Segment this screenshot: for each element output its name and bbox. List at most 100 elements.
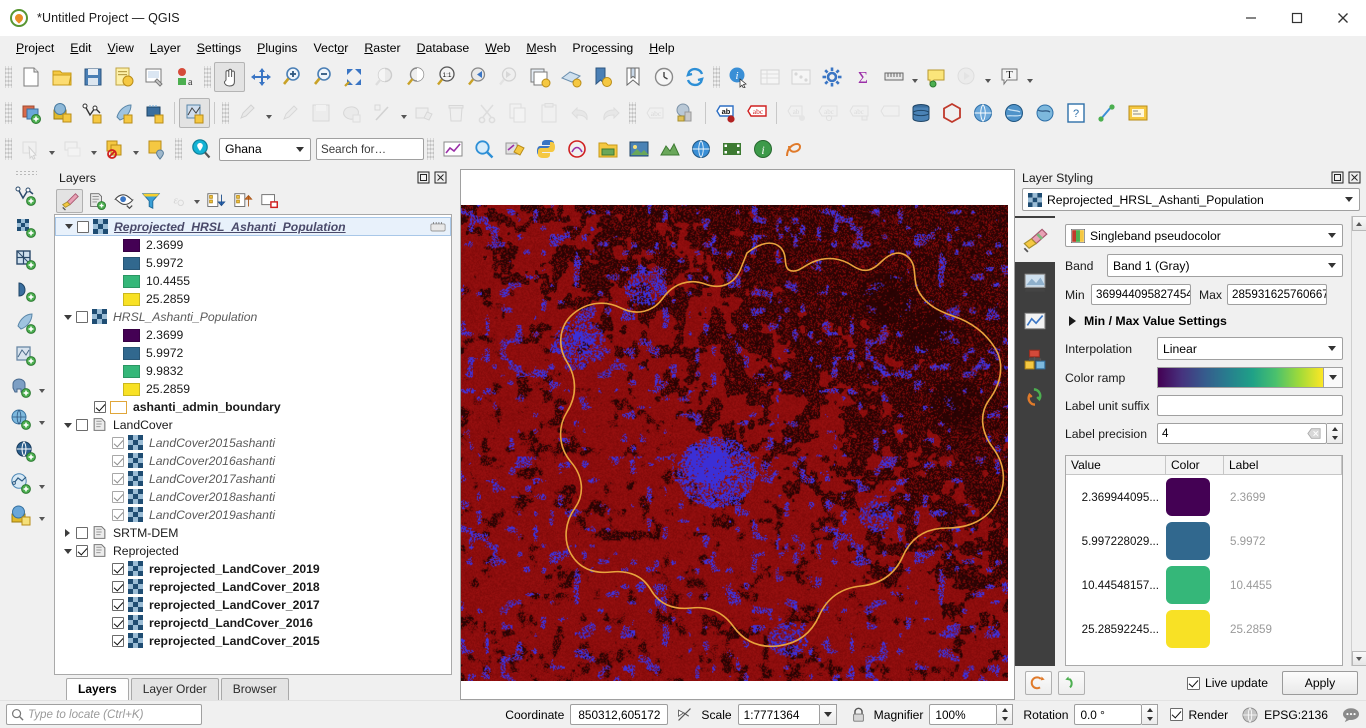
identify-features-button[interactable]: i — [723, 62, 754, 92]
trash-button[interactable] — [440, 98, 471, 128]
render-checkbox[interactable]: Render — [1170, 708, 1228, 722]
map-tip-button[interactable] — [920, 62, 951, 92]
rotate-label-button[interactable]: abc — [812, 98, 843, 128]
add-spatialite-button[interactable] — [10, 276, 42, 306]
search-for-input[interactable]: Search for… — [316, 138, 424, 160]
new-map-view-button[interactable] — [524, 62, 555, 92]
layer-visibility-checkbox[interactable] — [76, 419, 88, 431]
render-type-combo[interactable]: Singleband pseudocolor — [1065, 224, 1343, 247]
interpolation-combo[interactable]: Linear — [1157, 337, 1343, 360]
menu-view[interactable]: View — [99, 38, 141, 58]
expander-arrow-icon[interactable] — [59, 422, 76, 428]
add-wms-globe-button[interactable] — [5, 404, 37, 434]
color-ramp-dropdown-button[interactable] — [1324, 367, 1343, 388]
zoom-next-button[interactable] — [493, 62, 524, 92]
film-button[interactable] — [716, 134, 747, 164]
zoom-in-button[interactable] — [276, 62, 307, 92]
histogram-tab[interactable] — [1017, 304, 1053, 338]
add-postgis-caret[interactable] — [37, 372, 48, 402]
tab-browser[interactable]: Browser — [220, 678, 289, 700]
deselect-features-caret[interactable] — [88, 134, 99, 164]
undo-button[interactable] — [564, 98, 595, 128]
close-icon[interactable] — [433, 170, 448, 185]
undo-orange-button[interactable] — [1025, 671, 1052, 695]
symbology-tab[interactable] — [1015, 218, 1055, 262]
class-color-swatch[interactable] — [1166, 566, 1224, 604]
minimize-button[interactable] — [1228, 0, 1274, 36]
layer-visibility-checkbox[interactable] — [112, 473, 124, 485]
move-label-button[interactable]: ab — [781, 98, 812, 128]
collapse-all-button[interactable] — [229, 189, 256, 213]
style-manager-button[interactable]: a — [170, 62, 201, 92]
layer-item[interactable]: LandCover2016ashanti — [55, 452, 451, 470]
layer-group-item[interactable]: SRTM-DEM — [55, 524, 451, 542]
layer-visibility-checkbox[interactable] — [112, 617, 124, 629]
annotation-dropdown-caret[interactable] — [982, 62, 993, 92]
select-by-location-button[interactable] — [141, 134, 172, 164]
expand-all-button[interactable] — [202, 189, 229, 213]
toggle-editing-button[interactable] — [179, 98, 210, 128]
legend-class-item[interactable]: 5.9972 — [55, 254, 451, 272]
python-plugin-button[interactable] — [530, 134, 561, 164]
add-feather-layer-button[interactable] — [10, 308, 42, 338]
add-vector-layer-button[interactable] — [15, 98, 46, 128]
pan-to-selection-button[interactable] — [245, 62, 276, 92]
apply-button[interactable]: Apply — [1282, 671, 1358, 695]
scroll-down-button[interactable] — [1351, 651, 1366, 666]
search-globe-button[interactable] — [185, 134, 216, 164]
sigma-button[interactable]: Σ — [847, 62, 878, 92]
clear-icon[interactable] — [1307, 427, 1321, 443]
class-value[interactable]: 5.997228029... — [1066, 535, 1166, 548]
layer-item[interactable]: HRSL_Ashanti_Population — [55, 308, 451, 326]
add-xyz-caret[interactable] — [37, 500, 48, 530]
current-edits-caret[interactable] — [263, 98, 274, 128]
pan-map-button[interactable] — [214, 62, 245, 92]
layer-visibility-checkbox[interactable] — [112, 581, 124, 593]
new-project-button[interactable] — [15, 62, 46, 92]
table-header-color[interactable]: Color — [1166, 456, 1224, 474]
layer-item[interactable]: reprojected_LandCover_2015 — [55, 632, 451, 650]
select-features-caret[interactable] — [46, 134, 57, 164]
expander-arrow-icon[interactable] — [59, 548, 76, 554]
lasso-orange-button[interactable] — [778, 134, 809, 164]
photo-layer-button[interactable] — [623, 134, 654, 164]
highlight-label-button[interactable]: abc — [741, 98, 772, 128]
redo-button[interactable] — [595, 98, 626, 128]
menu-layer[interactable]: Layer — [142, 38, 189, 58]
magnifier-stepper[interactable] — [997, 704, 1014, 725]
open-project-button[interactable] — [46, 62, 77, 92]
geometry-hex-button[interactable] — [936, 98, 967, 128]
toggle-extents-icon[interactable] — [676, 706, 693, 723]
search-magnifier-button[interactable] — [468, 134, 499, 164]
crs-value[interactable]: EPSG:2136 — [1264, 708, 1328, 722]
modify-attributes-button[interactable] — [409, 98, 440, 128]
close-button[interactable] — [1320, 0, 1366, 36]
layer-item[interactable]: Reprojected_HRSL_Ashanti_Population — [55, 217, 451, 236]
live-update-checkbox[interactable]: Live update — [1186, 676, 1268, 690]
messages-bubble-icon[interactable] — [1342, 707, 1360, 723]
coordinate-input[interactable]: 850312,605172 — [570, 704, 669, 725]
map-canvas[interactable] — [460, 169, 1015, 700]
table-row[interactable]: 5.997228029... 5.9972 — [1066, 519, 1342, 563]
annotation-disabled-button[interactable] — [951, 62, 982, 92]
layer-visibility-checkbox[interactable] — [76, 545, 88, 557]
layer-item[interactable]: reprojected_LandCover_2019 — [55, 560, 451, 578]
menu-help[interactable]: Help — [641, 38, 682, 58]
class-label[interactable]: 10.4455 — [1224, 579, 1342, 592]
band-combo[interactable]: Band 1 (Gray) — [1107, 254, 1343, 277]
table-header-value[interactable]: Value — [1066, 456, 1166, 474]
rotation-input[interactable]: 0.0 ° — [1074, 704, 1143, 725]
layer-item[interactable]: ashanti_admin_boundary — [55, 398, 451, 416]
bookmark-new-button[interactable] — [617, 62, 648, 92]
save-project-as-button[interactable] — [108, 62, 139, 92]
legend-class-item[interactable]: 25.2859 — [55, 290, 451, 308]
osm-search-button[interactable] — [1029, 98, 1060, 128]
scale-input[interactable]: 1:7771364 — [737, 704, 820, 725]
plot-chart-button[interactable] — [437, 134, 468, 164]
label-precision-stepper[interactable] — [1327, 423, 1343, 444]
python-console-button[interactable] — [1122, 98, 1153, 128]
add-xyz-globe-button[interactable] — [5, 500, 37, 530]
web-globe-button[interactable] — [685, 134, 716, 164]
add-mesh-layer-button[interactable] — [10, 340, 42, 370]
clock-icon-button[interactable] — [648, 62, 679, 92]
